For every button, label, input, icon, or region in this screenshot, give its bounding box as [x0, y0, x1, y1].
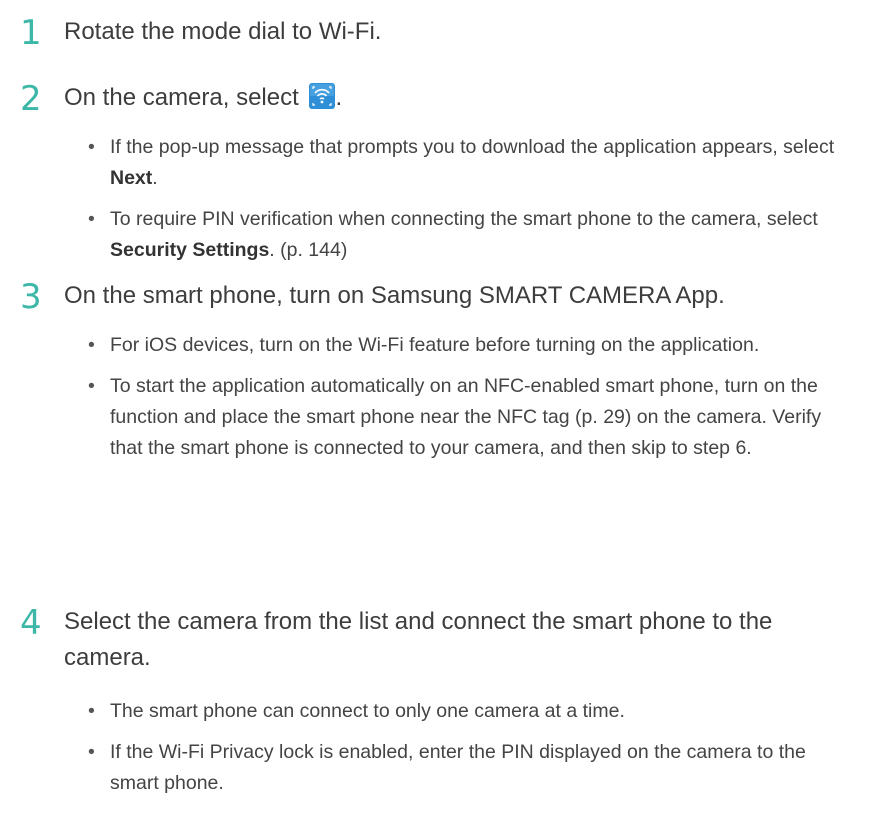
bullet-item: If the pop-up message that prompts you t… [88, 132, 848, 194]
bullet-item: If the Wi-Fi Privacy lock is enabled, en… [88, 737, 848, 799]
step-text: On the smart phone, turn on Samsung SMAR… [64, 282, 725, 309]
step-text-after-icon: . [335, 84, 343, 111]
step-text: Select the camera from the list and conn… [64, 608, 773, 671]
instruction-page: 1 Rotate the mode dial to Wi-Fi. 2 On th… [0, 0, 870, 838]
bullet-item: For iOS devices, turn on the Wi-Fi featu… [88, 330, 848, 361]
step-number: 2 [20, 79, 42, 119]
step-number: 4 [20, 603, 42, 643]
wifi-mode-icon [309, 83, 336, 109]
bullet-list: If the pop-up message that prompts you t… [88, 132, 848, 266]
next-label: Next [110, 167, 153, 189]
bullet-item: To start the application automatically o… [88, 371, 848, 464]
step-number: 1 [20, 13, 42, 53]
bullet-list: For iOS devices, turn on the Wi-Fi featu… [88, 330, 848, 464]
step-text-before-icon: On the camera, select [64, 84, 299, 111]
bullet-item: The smart phone can connect to only one … [88, 696, 848, 727]
step-number: 3 [20, 277, 42, 317]
step-text: Rotate the mode dial to Wi-Fi. [64, 18, 382, 45]
step-text: On the camera, select . [64, 80, 844, 116]
security-settings-label: Security Settings [110, 239, 270, 261]
bullet-list: The smart phone can connect to only one … [88, 696, 848, 799]
bullet-item: To require PIN verification when connect… [88, 204, 848, 266]
